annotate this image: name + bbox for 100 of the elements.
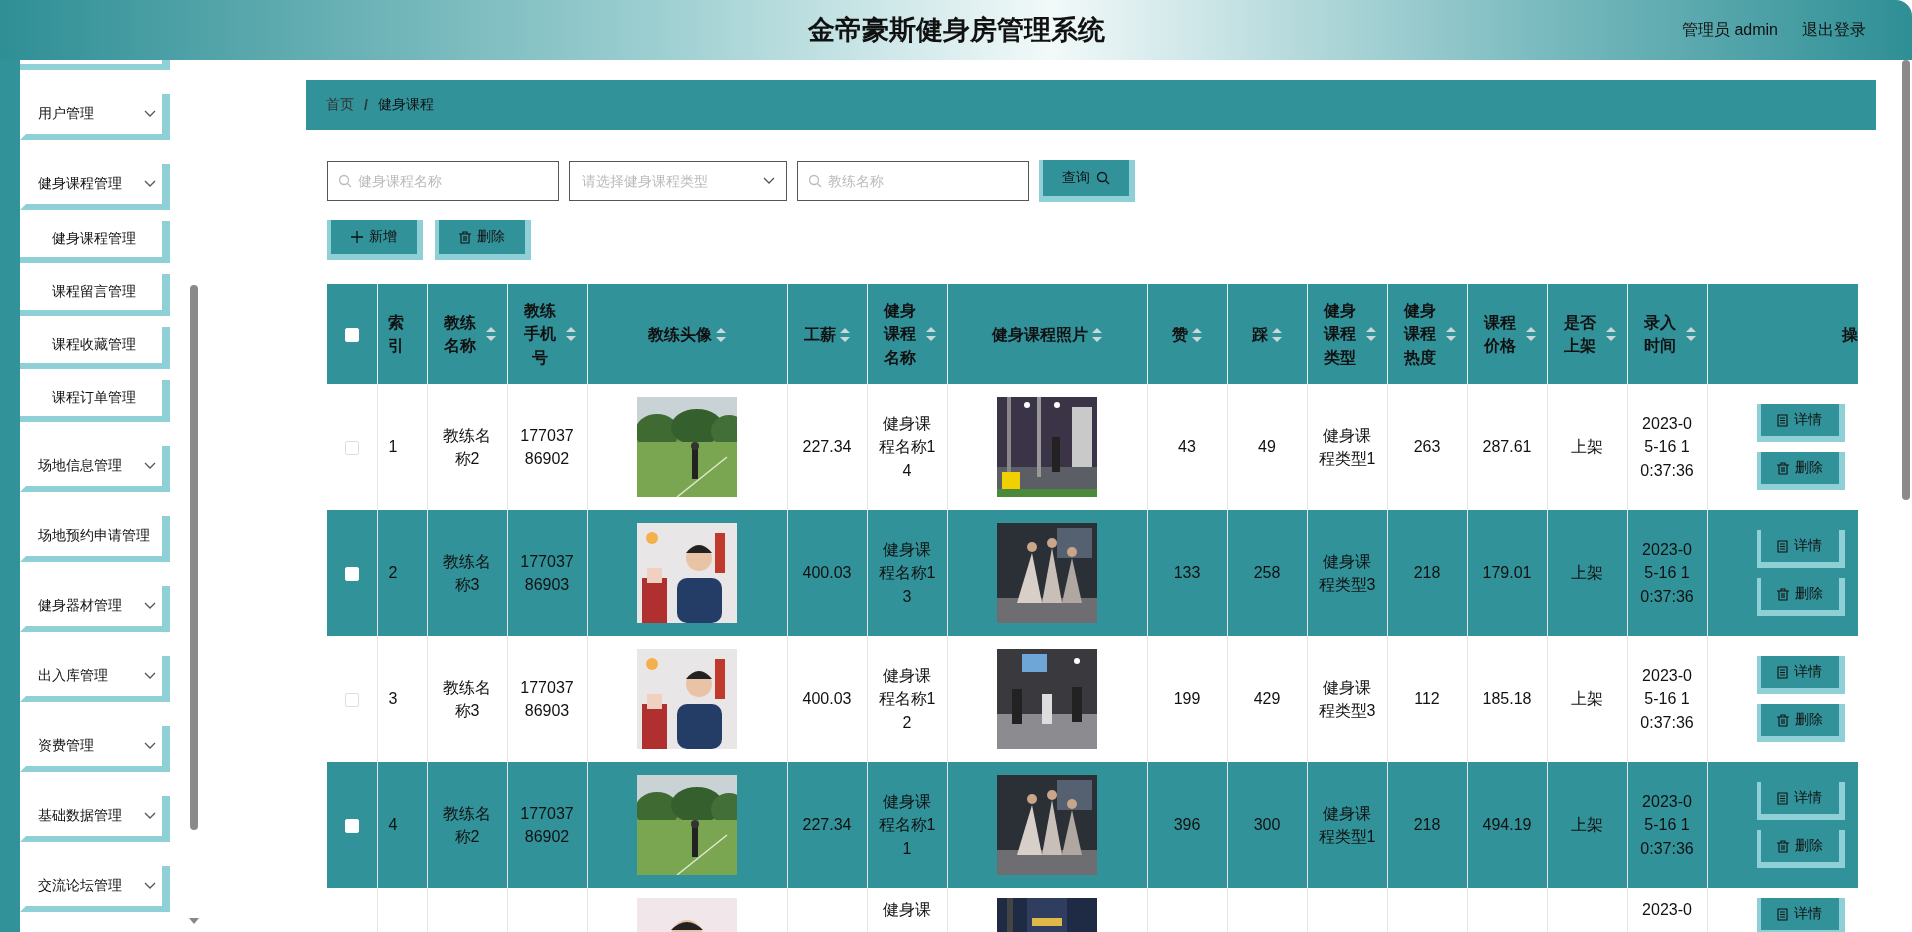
submenu-item[interactable]: 课程留言管理	[20, 274, 170, 316]
table-cell: 4	[388, 816, 398, 834]
table-cell: 179.01	[1482, 564, 1532, 582]
search-field[interactable]: 健身课程名称	[327, 161, 559, 201]
details-button[interactable]: 详情	[1756, 782, 1845, 820]
delete-button[interactable]: 删除	[1756, 830, 1845, 868]
column-header[interactable]: 健身课程热度	[1387, 284, 1467, 384]
table-cell: 300	[1253, 816, 1281, 834]
sort-icon[interactable]	[716, 327, 726, 342]
menu-item[interactable]: 用户管理	[20, 94, 170, 140]
column-header[interactable]: 录入时间	[1627, 284, 1707, 384]
delete-button[interactable]: 删除	[1756, 452, 1845, 490]
table-cell: 2023-05-16 10:37:36	[1640, 415, 1694, 479]
row-checkbox[interactable]	[344, 693, 359, 708]
delete-button[interactable]: 删除	[435, 220, 531, 260]
column-header[interactable]: 健身课程照片	[947, 284, 1147, 384]
menu-item[interactable]: 场地信息管理	[20, 446, 170, 492]
sort-icon[interactable]	[1446, 327, 1456, 341]
user-label: 管理员 admin	[1681, 19, 1778, 40]
chevron-down-icon	[144, 180, 156, 188]
table-cell: 17703786903	[520, 678, 574, 719]
table-cell: 上架	[1571, 564, 1603, 582]
submenu-item[interactable]: 课程订单管理	[20, 380, 170, 422]
submenu-item[interactable]: 课程收藏管理	[20, 327, 170, 369]
column-header[interactable]: 教练手机号	[507, 284, 587, 384]
table-cell: 396	[1173, 816, 1201, 834]
table-cell: 教练名称3	[443, 552, 491, 593]
trash-icon	[1776, 587, 1789, 601]
column-header[interactable]: 是否上架	[1547, 284, 1627, 384]
column-header[interactable]: 赞	[1147, 284, 1227, 384]
column-header[interactable]: 健身课程名称	[867, 284, 947, 384]
table-cell: 185.18	[1482, 690, 1532, 708]
search-icon	[338, 174, 352, 188]
column-header[interactable]: 教练头像	[587, 284, 787, 384]
table-cell: 健身课程类型1	[1318, 804, 1376, 845]
chevron-down-icon	[144, 882, 156, 890]
scroll-down-icon[interactable]	[189, 918, 199, 924]
table-cell: 教练名称2	[443, 804, 491, 845]
table-cell: 教练名称3	[443, 678, 491, 719]
sort-icon[interactable]	[926, 327, 936, 341]
table-cell: 227.34	[802, 438, 852, 456]
scrollbar[interactable]	[190, 285, 198, 830]
trash-icon	[459, 230, 471, 244]
menu-item[interactable]: 健身器材管理	[20, 586, 170, 632]
column-header: 操	[1707, 284, 1858, 384]
sort-icon[interactable]	[1272, 327, 1282, 342]
table-cell: 健身课程名称12	[878, 667, 936, 731]
table-cell: 2023-05-16 10:37:36	[1640, 667, 1694, 731]
details-button[interactable]: 详情	[1756, 404, 1845, 442]
column-header[interactable]: 教练名称	[427, 284, 507, 384]
sort-icon[interactable]	[1526, 327, 1536, 341]
scrollbar[interactable]	[1902, 60, 1910, 500]
sort-icon[interactable]	[840, 327, 850, 342]
table-cell: 1	[388, 438, 398, 456]
breadcrumb-link[interactable]: 首页	[326, 96, 354, 114]
query-button[interactable]: 查询	[1039, 160, 1135, 202]
table-cell: 上架	[1571, 690, 1603, 708]
menu-item[interactable]: 资费管理	[20, 726, 170, 772]
menu-item[interactable]: 基础数据管理	[20, 796, 170, 842]
type-select[interactable]: 请选择健身课程类型	[569, 161, 787, 201]
delete-button[interactable]: 删除	[1756, 704, 1845, 742]
table-cell: 3	[388, 690, 398, 708]
row-checkbox[interactable]	[344, 441, 359, 456]
sort-icon[interactable]	[1092, 327, 1102, 342]
menu-item[interactable]: 出入库管理	[20, 656, 170, 702]
sort-icon[interactable]	[566, 327, 576, 341]
table-cell: 263	[1413, 438, 1441, 456]
table-cell: 49	[1258, 438, 1276, 456]
column-header[interactable]: 健身课程类型	[1307, 284, 1387, 384]
table-cell: 2023-05-16 10:37:36	[1640, 793, 1694, 857]
sort-icon[interactable]	[1606, 327, 1616, 341]
sort-icon[interactable]	[486, 327, 496, 341]
trash-icon	[1776, 713, 1789, 727]
sort-icon[interactable]	[1686, 327, 1696, 341]
add-button[interactable]: 新增	[327, 220, 423, 260]
menu-item[interactable]: 场地预约申请管理	[20, 516, 170, 562]
sort-icon[interactable]	[1366, 327, 1376, 341]
table-cell: 17703786902	[520, 426, 574, 467]
submenu-item[interactable]: 健身课程管理	[20, 221, 170, 263]
details-button[interactable]: 详情	[1756, 530, 1845, 568]
menu-item[interactable]: 交流论坛管理	[20, 866, 170, 912]
column-header[interactable]: 踩	[1227, 284, 1307, 384]
delete-button[interactable]: 删除	[1756, 578, 1845, 616]
search-field[interactable]: 教练名称	[797, 161, 1029, 201]
trash-icon	[1776, 461, 1789, 475]
table-cell: 健身课程名称14	[878, 415, 936, 479]
select-all-checkbox[interactable]	[344, 328, 359, 343]
table-cell: 健身课程类型1	[1318, 426, 1376, 467]
chevron-down-icon	[144, 110, 156, 118]
search-icon	[1096, 171, 1110, 185]
column-header[interactable]: 课程价格	[1467, 284, 1547, 384]
trash-icon	[1776, 839, 1789, 853]
menu-item[interactable]: 健身课程管理	[20, 164, 170, 210]
sort-icon[interactable]	[1192, 327, 1202, 342]
details-button[interactable]: 详情	[1756, 898, 1845, 932]
column-header[interactable]: 工薪	[787, 284, 867, 384]
table-cell: 199	[1173, 690, 1201, 708]
table-cell: 健身课程类型3	[1318, 678, 1376, 719]
logout-link[interactable]: 退出登录	[1802, 19, 1866, 41]
details-button[interactable]: 详情	[1756, 656, 1845, 694]
